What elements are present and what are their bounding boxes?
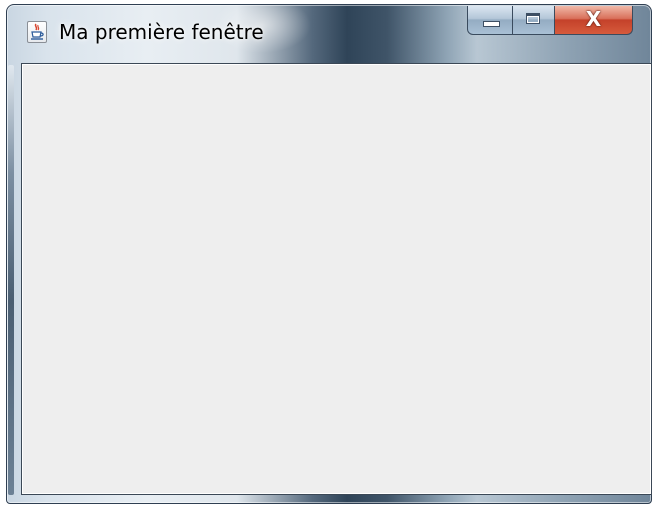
close-icon: X xyxy=(585,7,602,31)
caption-buttons: X xyxy=(467,6,633,36)
minimize-icon xyxy=(483,21,500,27)
window-title: Ma première fenêtre xyxy=(59,20,264,44)
java-cup-icon[interactable] xyxy=(27,21,47,43)
close-button[interactable]: X xyxy=(555,6,633,35)
content-pane[interactable] xyxy=(21,63,652,495)
minimize-button[interactable] xyxy=(467,6,513,35)
java-cup-glyph xyxy=(31,23,44,40)
maximize-button[interactable] xyxy=(513,6,555,35)
application-window: Ma première fenêtre X xyxy=(6,4,652,504)
maximize-icon xyxy=(526,13,540,24)
title-bar[interactable]: Ma première fenêtre X xyxy=(7,5,651,61)
